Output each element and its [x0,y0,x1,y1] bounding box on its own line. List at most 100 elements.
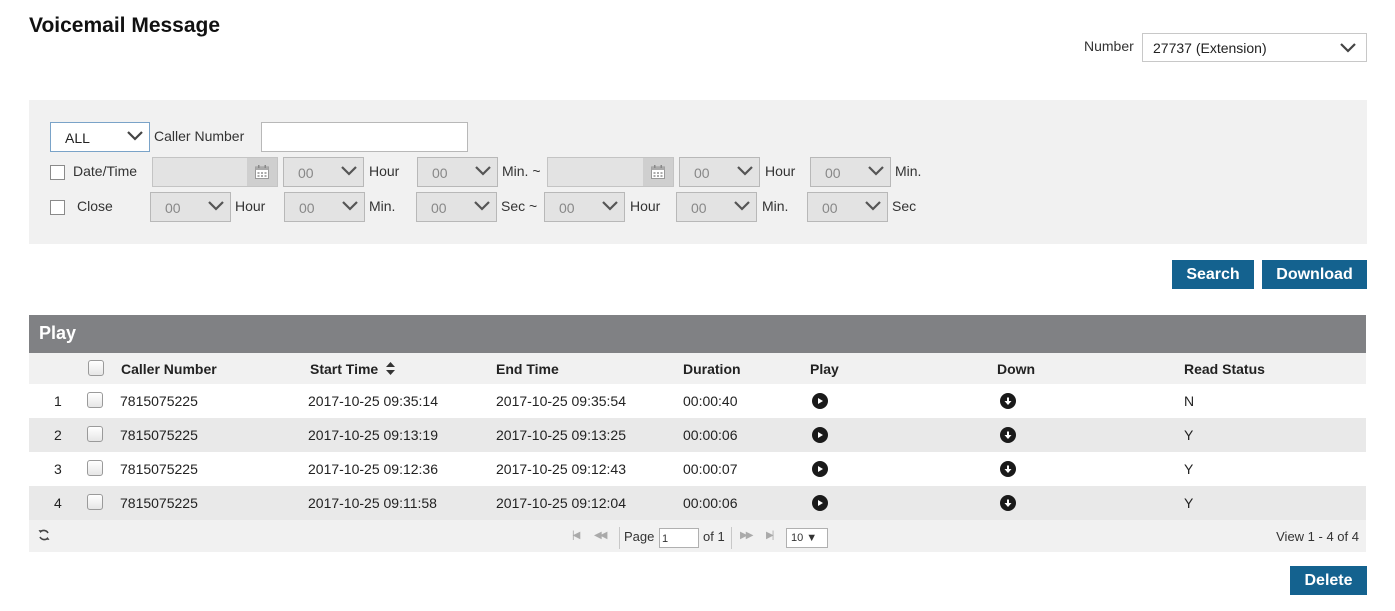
row-read-status: Y [1184,427,1194,443]
row-read-status: Y [1184,495,1194,511]
col-duration[interactable]: Duration [683,361,741,377]
row-read-status: N [1184,393,1195,409]
row-end-time: 2017-10-25 09:12:04 [496,495,626,511]
row-caller-number: 7815075225 [120,427,198,443]
row-caller-number: 7815075225 [120,461,198,477]
col-end-time[interactable]: End Time [496,361,559,377]
page-label: Page [624,529,655,544]
type-select[interactable]: ALL [50,122,150,152]
close-start-min-select[interactable]: 00 [284,192,365,222]
min-label: Min. [369,198,396,214]
caller-number-label: Caller Number [154,128,245,144]
row-end-time: 2017-10-25 09:35:54 [496,393,626,409]
chevron-down-icon [341,166,357,176]
table-row[interactable]: 1 7815075225 2017-10-25 09:35:14 2017-10… [29,384,1366,418]
date-time-label: Date/Time [73,163,138,179]
voicemail-grid: Play Caller Number Start Time End Time D… [29,315,1366,552]
close-start-sec-select[interactable]: 00 [416,192,497,222]
page-title: Voicemail Message [29,14,221,37]
calendar-icon[interactable] [643,158,673,186]
close-end-sec-select[interactable]: 00 [807,192,888,222]
start-hour-select[interactable]: 00 [283,157,364,187]
start-date-input[interactable] [152,157,278,187]
chevron-down-icon [868,166,884,176]
table-row[interactable]: 3 7815075225 2017-10-25 09:12:36 2017-10… [29,452,1366,486]
table-row[interactable]: 4 7815075225 2017-10-25 09:11:58 2017-10… [29,486,1366,520]
play-circle-icon[interactable] [812,427,828,443]
row-start-time: 2017-10-25 09:13:19 [308,427,438,443]
col-read-status[interactable]: Read Status [1184,361,1265,377]
col-down[interactable]: Down [997,361,1035,377]
number-label: Number [1084,38,1134,54]
select-all-checkbox[interactable] [88,360,104,376]
download-circle-icon[interactable] [1000,427,1016,443]
caller-number-input[interactable] [261,122,468,152]
search-button[interactable]: Search [1172,260,1254,289]
row-index: 2 [54,427,62,443]
number-select[interactable]: 27737 (Extension) [1142,33,1367,62]
page-of-label: of 1 [703,529,725,544]
first-page-icon[interactable]: |◀ [572,530,580,541]
delete-button[interactable]: Delete [1290,566,1367,595]
chevron-down-icon [474,201,490,211]
pager: |◀ ◀◀ Page 1 of 1 ▶▶ ▶| 10 ▼ View 1 - 4 … [29,520,1366,552]
row-start-time: 2017-10-25 09:12:36 [308,461,438,477]
end-min-select[interactable]: 00 [810,157,891,187]
chevron-down-icon [602,201,618,211]
type-select-value: ALL [65,130,90,146]
end-hour-select[interactable]: 00 [679,157,760,187]
rows-per-page-select[interactable]: 10 ▼ [786,528,828,548]
min-range-label: Min. ~ [502,163,541,179]
row-index: 1 [54,393,62,409]
close-start-hour-select[interactable]: 00 [150,192,231,222]
min-label: Min. [895,163,922,179]
row-read-status: Y [1184,461,1194,477]
chevron-down-icon [127,131,143,141]
hour-label: Hour [765,163,796,179]
sec-label: Sec [892,198,917,214]
start-min-select[interactable]: 00 [417,157,498,187]
view-count: View 1 - 4 of 4 [1276,529,1359,544]
calendar-icon[interactable] [247,158,277,186]
row-end-time: 2017-10-25 09:13:25 [496,427,626,443]
date-time-checkbox[interactable] [50,165,65,180]
play-circle-icon[interactable] [812,393,828,409]
table-row[interactable]: 2 7815075225 2017-10-25 09:13:19 2017-10… [29,418,1366,452]
row-checkbox[interactable] [87,426,103,442]
close-checkbox[interactable] [50,200,65,215]
col-start-time[interactable]: Start Time [310,361,396,378]
row-checkbox[interactable] [87,494,103,510]
next-page-icon[interactable]: ▶▶ [740,530,753,541]
chevron-down-icon [342,201,358,211]
close-end-min-select[interactable]: 00 [676,192,757,222]
download-circle-icon[interactable] [1000,393,1016,409]
col-play[interactable]: Play [810,361,839,377]
number-select-value: 27737 (Extension) [1153,40,1267,56]
chevron-down-icon [475,166,491,176]
row-duration: 00:00:06 [683,495,738,511]
page-number-input[interactable]: 1 [659,528,699,548]
filter-panel: ALL Caller Number Date/Time 00 Hour 00 M… [29,100,1367,244]
row-start-time: 2017-10-25 09:11:58 [308,495,437,511]
download-button[interactable]: Download [1262,260,1367,289]
chevron-down-icon [734,201,750,211]
last-page-icon[interactable]: ▶| [766,530,774,541]
play-circle-icon[interactable] [812,495,828,511]
play-circle-icon[interactable] [812,461,828,477]
close-end-hour-select[interactable]: 00 [544,192,625,222]
download-circle-icon[interactable] [1000,461,1016,477]
grid-column-headers: Caller Number Start Time End Time Durati… [29,353,1366,384]
row-checkbox[interactable] [87,460,103,476]
col-caller-number[interactable]: Caller Number [121,361,217,377]
row-duration: 00:00:07 [683,461,738,477]
download-circle-icon[interactable] [1000,495,1016,511]
refresh-icon[interactable] [37,528,51,545]
chevron-down-icon [865,201,881,211]
row-checkbox[interactable] [87,392,103,408]
row-start-time: 2017-10-25 09:35:14 [308,393,438,409]
min-label: Min. [762,198,789,214]
sort-icon[interactable] [386,362,396,378]
prev-page-icon[interactable]: ◀◀ [594,530,607,541]
row-caller-number: 7815075225 [120,393,198,409]
end-date-input[interactable] [547,157,674,187]
